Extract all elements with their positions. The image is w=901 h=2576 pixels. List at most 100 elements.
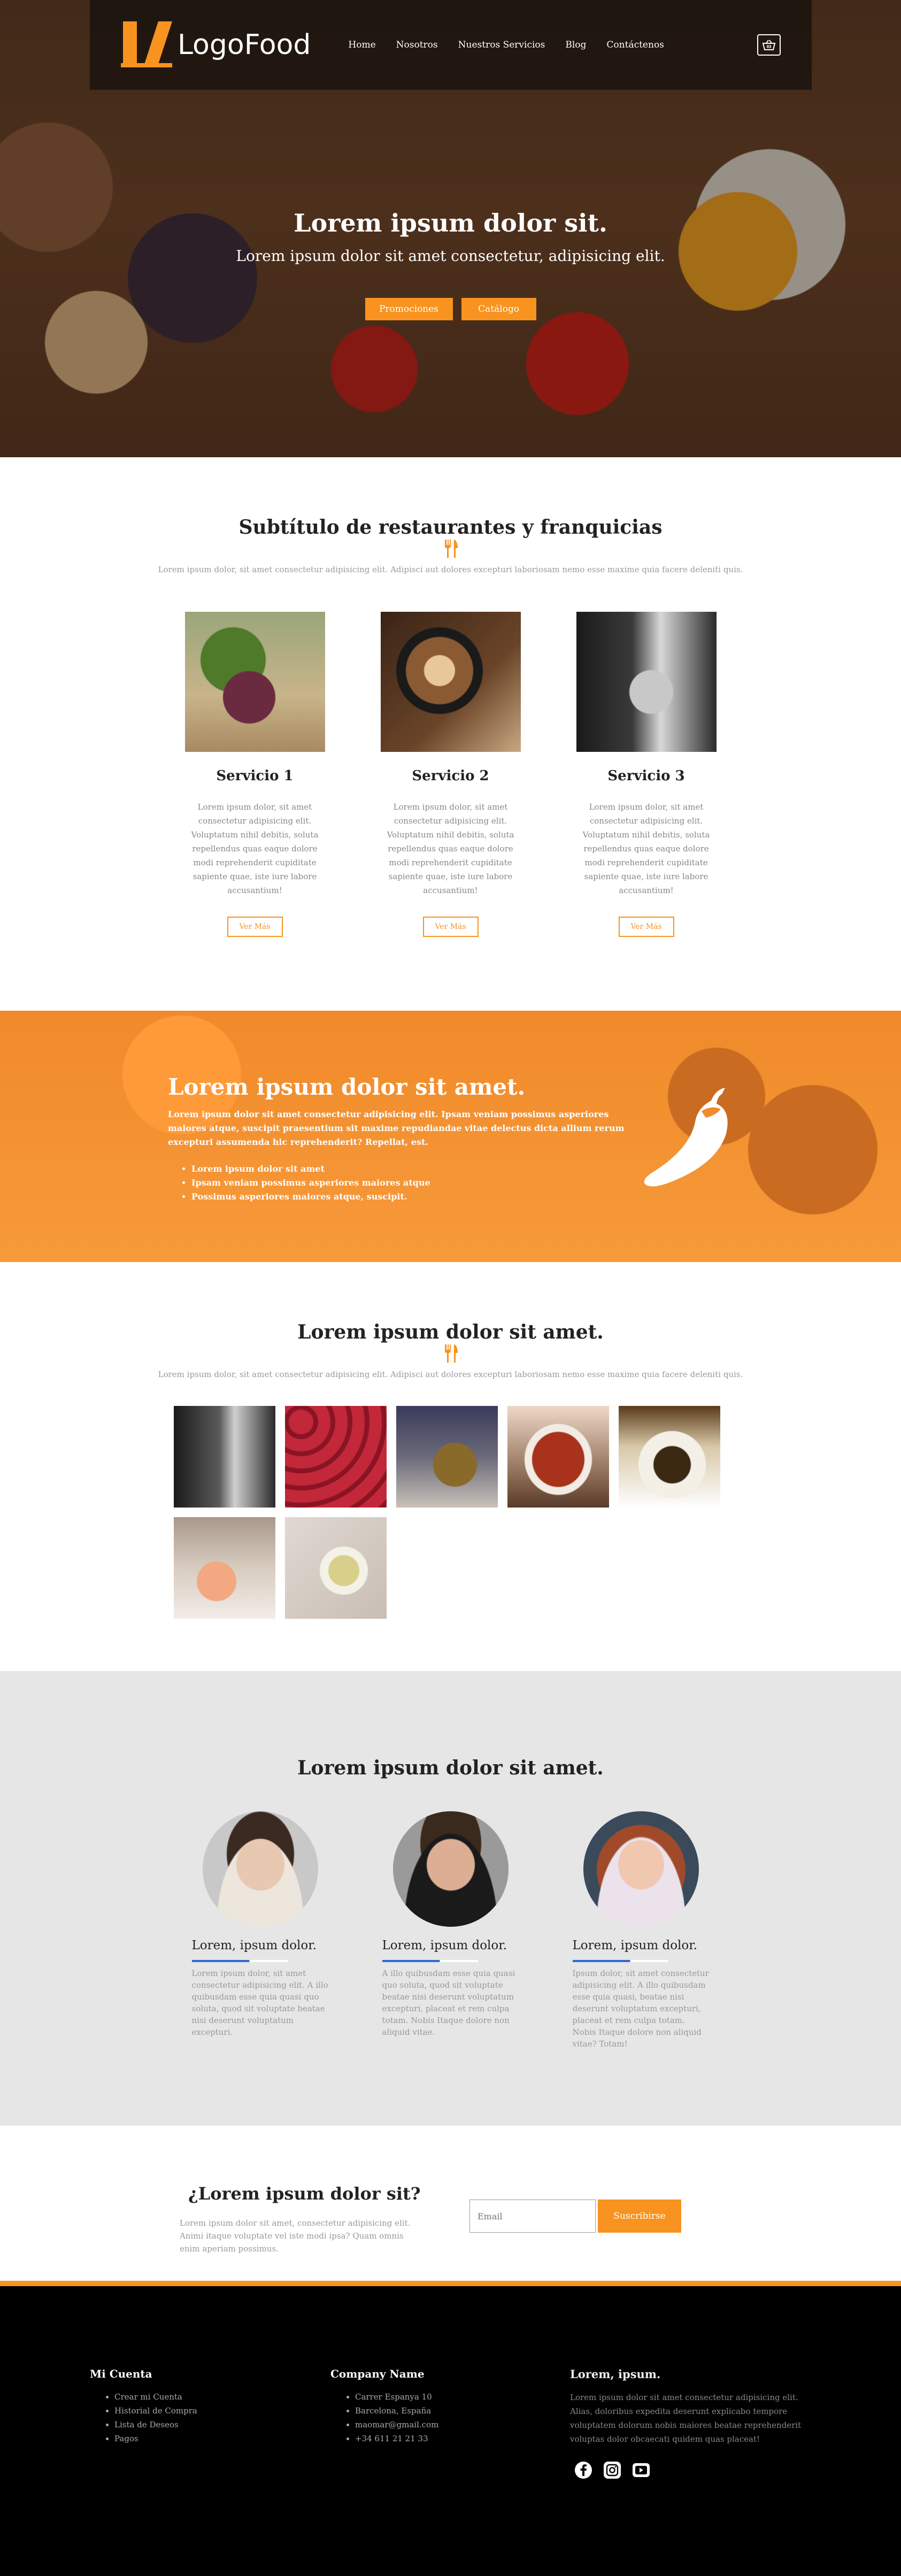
- team-section: Lorem ipsum dolor sit amet. Lorem, ipsum…: [0, 1671, 901, 2126]
- facebook-icon[interactable]: [574, 2461, 592, 2479]
- service-text: Lorem ipsum dolor, sit amet consectetur …: [387, 802, 514, 895]
- service-text: Lorem ipsum dolor, sit amet consectetur …: [582, 802, 710, 895]
- services-title: Subtítulo de restaurantes y franquicias: [238, 516, 663, 539]
- team-title: Lorem ipsum dolor sit amet.: [297, 1757, 604, 1779]
- gallery-title: Lorem ipsum dolor sit amet.: [297, 1321, 604, 1343]
- promociones-button[interactable]: Promociones: [365, 298, 453, 320]
- promo-text: Lorem ipsum dolor sit amet consectetur a…: [168, 1109, 625, 1147]
- footer-about-column: Lorem, ipsum. Lorem ipsum dolor sit amet…: [570, 2367, 821, 2479]
- ver-mas-button[interactable]: Ver Más: [618, 916, 674, 937]
- service-title: Servicio 3: [607, 767, 685, 784]
- member-text: Lorem ipsum dolor, sit amet consectetur …: [191, 1968, 328, 2037]
- avatar: [583, 1811, 699, 1927]
- service-card: Servicio 2 Lorem ipsum dolor, sit amet c…: [380, 611, 521, 937]
- gallery-image[interactable]: [285, 1405, 387, 1508]
- service-title: Servicio 2: [412, 767, 489, 784]
- social-links: [570, 2461, 821, 2479]
- footer: Mi Cuenta Crear mi Cuenta Historial de C…: [0, 2286, 901, 2576]
- promo-title: Lorem ipsum dolor sit amet.: [168, 1074, 526, 1100]
- footer-link[interactable]: Pagos: [114, 2432, 197, 2446]
- service-image-onion: [184, 611, 325, 752]
- nav-home[interactable]: Home: [348, 40, 375, 50]
- footer-phone[interactable]: +34 611 21 21 33: [355, 2432, 438, 2446]
- member-name: Lorem, ipsum dolor.: [382, 1939, 507, 1952]
- services-row: Servicio 1 Lorem ipsum dolor, sit amet c…: [0, 611, 901, 937]
- gallery-image[interactable]: [285, 1517, 387, 1619]
- subscribe-button[interactable]: Suscribirse: [598, 2200, 681, 2233]
- newsletter-text: Lorem ipsum dolor sit amet, consectetur …: [180, 2218, 411, 2254]
- fork-knife-icon: [0, 539, 901, 565]
- service-image-coffee: [380, 611, 521, 752]
- member-name: Lorem, ipsum dolor.: [191, 1939, 317, 1952]
- hero-title: Lorem ipsum dolor sit.: [294, 209, 607, 237]
- logo-text[interactable]: LogoFood: [178, 29, 311, 61]
- email-field[interactable]: [469, 2200, 596, 2233]
- footer-link[interactable]: Crear mi Cuenta: [114, 2390, 197, 2404]
- team-member-card: Lorem, ipsum dolor. Ipsum dolor, sit ame…: [572, 1811, 710, 2050]
- nav-links: Home Nosotros Nuestros Servicios Blog Co…: [348, 40, 757, 50]
- gallery-grid: [174, 1405, 727, 1619]
- skill-bar: [572, 1960, 668, 1962]
- gallery-description: Lorem ipsum dolor, sit amet consectetur …: [158, 1369, 743, 1379]
- avatar: [392, 1811, 509, 1927]
- footer-email[interactable]: maomar@gmail.com: [355, 2418, 438, 2432]
- catalogo-button[interactable]: Catálogo: [461, 298, 536, 320]
- instagram-icon[interactable]: [603, 2461, 621, 2479]
- member-name: Lorem, ipsum dolor.: [572, 1939, 698, 1952]
- gallery-image[interactable]: [619, 1405, 720, 1508]
- chili-pepper-icon: [644, 1088, 728, 1187]
- footer-account-column: Mi Cuenta Crear mi Cuenta Historial de C…: [90, 2367, 197, 2446]
- footer-heading: Lorem, ipsum.: [570, 2367, 661, 2381]
- hero-content: Lorem ipsum dolor sit. Lorem ipsum dolor…: [0, 209, 901, 320]
- nav-servicios[interactable]: Nuestros Servicios: [458, 40, 545, 50]
- service-title: Servicio 1: [216, 767, 294, 784]
- services-description: Lorem ipsum dolor, sit amet consectetur …: [158, 564, 743, 574]
- youtube-icon[interactable]: [632, 2461, 650, 2479]
- list-item: Ipsam veniam possimus asperiores maiores…: [191, 1176, 649, 1190]
- member-text: Ipsum dolor, sit amet consectetur adipis…: [572, 1968, 709, 2049]
- gallery-section: Lorem ipsum dolor sit amet. Lorem ipsum …: [0, 1262, 901, 1671]
- logo-icon[interactable]: [121, 19, 172, 71]
- skill-bar: [382, 1960, 478, 1962]
- nav-contacto[interactable]: Contáctenos: [606, 40, 664, 50]
- hero-section: LogoFood Home Nosotros Nuestros Servicio…: [0, 0, 901, 457]
- footer-link[interactable]: Lista de Deseos: [114, 2418, 197, 2432]
- gallery-image[interactable]: [174, 1517, 275, 1619]
- footer-address: Carrer Espanya 10: [355, 2390, 438, 2404]
- team-member-card: Lorem, ipsum dolor. A illo quibusdam ess…: [382, 1811, 519, 2050]
- footer-about-text: Lorem ipsum dolor sit amet consectetur a…: [570, 2393, 802, 2444]
- avatar: [202, 1811, 318, 1927]
- service-card: Servicio 3 Lorem ipsum dolor, sit amet c…: [576, 611, 717, 937]
- promo-list: Lorem ipsum dolor sit amet Ipsam veniam …: [168, 1162, 649, 1204]
- footer-company-column: Company Name Carrer Espanya 10 Barcelona…: [330, 2367, 438, 2446]
- team-member-card: Lorem, ipsum dolor. Lorem ipsum dolor, s…: [191, 1811, 329, 2050]
- services-section: Subtítulo de restaurantes y franquicias …: [0, 457, 901, 1011]
- ver-mas-button[interactable]: Ver Más: [422, 916, 479, 937]
- service-card: Servicio 1 Lorem ipsum dolor, sit amet c…: [184, 611, 325, 937]
- team-row: Lorem, ipsum dolor. Lorem ipsum dolor, s…: [0, 1811, 901, 2050]
- gallery-image[interactable]: [174, 1405, 275, 1508]
- footer-heading: Company Name: [330, 2367, 425, 2380]
- promo-content: Lorem ipsum dolor sit amet. Lorem ipsum …: [168, 1074, 649, 1204]
- nav-nosotros[interactable]: Nosotros: [396, 40, 438, 50]
- main-navbar: LogoFood Home Nosotros Nuestros Servicio…: [90, 0, 812, 90]
- member-text: A illo quibusdam esse quia quasi quo sol…: [382, 1968, 515, 2037]
- gallery-image[interactable]: [507, 1405, 609, 1508]
- shopping-basket-icon[interactable]: [757, 34, 781, 56]
- footer-city: Barcelona, España: [355, 2404, 438, 2418]
- footer-link[interactable]: Historial de Compra: [114, 2404, 197, 2418]
- list-item: Lorem ipsum dolor sit amet: [191, 1162, 649, 1176]
- nav-blog[interactable]: Blog: [565, 40, 586, 50]
- newsletter-section: ¿Lorem ipsum dolor sit? Lorem ipsum dolo…: [0, 2126, 901, 2286]
- promo-banner: Lorem ipsum dolor sit amet. Lorem ipsum …: [0, 1011, 901, 1262]
- service-text: Lorem ipsum dolor, sit amet consectetur …: [191, 802, 319, 895]
- hero-subtitle: Lorem ipsum dolor sit amet consectetur, …: [236, 247, 665, 265]
- skill-bar: [191, 1960, 288, 1962]
- service-image-coffee-maker: [576, 611, 717, 752]
- gallery-image[interactable]: [396, 1405, 498, 1508]
- hero-buttons: Promociones Catálogo: [0, 298, 901, 320]
- footer-heading: Mi Cuenta: [90, 2367, 152, 2380]
- newsletter-title: ¿Lorem ipsum dolor sit?: [188, 2183, 421, 2204]
- list-item: Possimus asperiores maiores atque, susci…: [191, 1190, 649, 1204]
- ver-mas-button[interactable]: Ver Más: [227, 916, 283, 937]
